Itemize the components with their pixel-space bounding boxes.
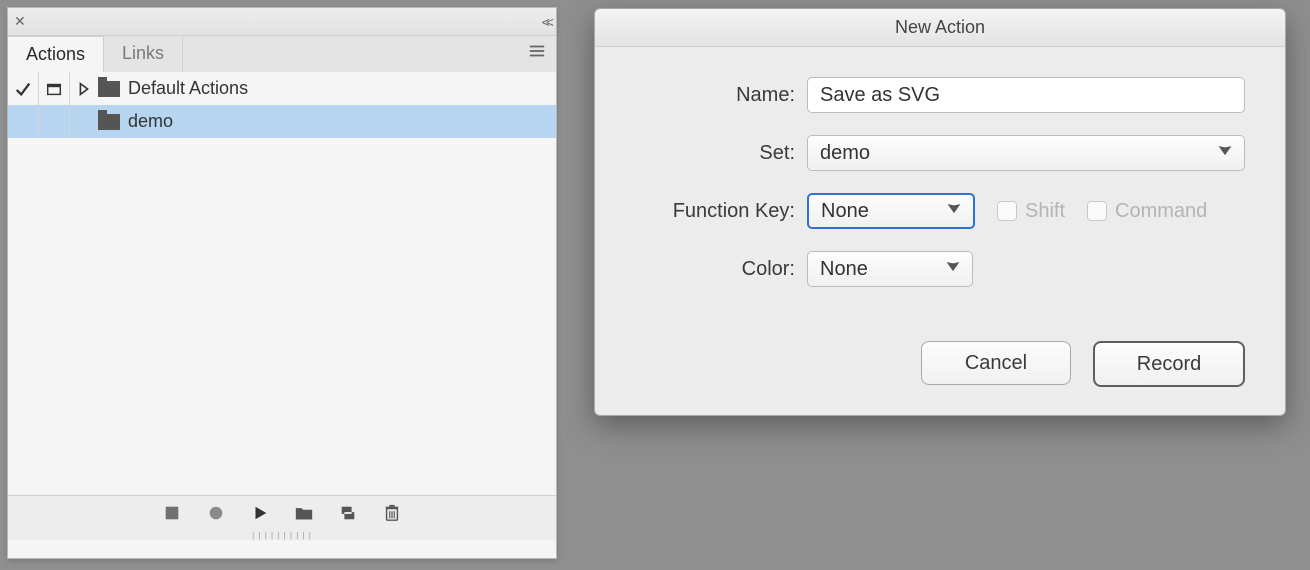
panel-header: ✕ << <box>8 8 556 36</box>
row-name: Name: Save as SVG <box>595 77 1245 113</box>
function-key-select[interactable]: None <box>807 193 975 229</box>
row-function-key: Function Key: None Shift Command <box>595 193 1245 229</box>
label-color: Color: <box>595 258 807 281</box>
label-name: Name: <box>595 84 807 107</box>
dialog-body: Name: Save as SVG Set: demo Function Key… <box>595 47 1285 329</box>
command-checkbox[interactable]: Command <box>1087 200 1207 223</box>
set-value: demo <box>820 142 870 165</box>
panel-resize-handle[interactable]: | | | | | | | | | | <box>8 530 556 540</box>
label-set: Set: <box>595 142 807 165</box>
color-value: None <box>820 258 868 281</box>
chevron-down-icon <box>944 257 962 281</box>
close-icon[interactable]: ✕ <box>14 13 26 30</box>
folder-icon <box>98 81 120 97</box>
chevron-down-icon <box>1216 141 1234 165</box>
chevron-down-icon <box>945 199 963 223</box>
shift-label: Shift <box>1025 200 1065 223</box>
record-button[interactable]: Record <box>1093 341 1245 387</box>
actions-tree: Default Actions demo <box>8 72 556 495</box>
label-function-key: Function Key: <box>595 200 807 223</box>
stop-icon[interactable] <box>162 503 182 523</box>
tab-actions[interactable]: Actions <box>8 36 104 72</box>
name-input[interactable]: Save as SVG <box>807 77 1245 113</box>
row-color: Color: None <box>595 251 1245 287</box>
tree-row-demo[interactable]: demo <box>8 105 556 138</box>
panel-footer <box>8 495 556 530</box>
row-set: Set: demo <box>595 135 1245 171</box>
panel-tabs: Actions Links <box>8 36 556 72</box>
checkbox-box <box>1087 201 1107 221</box>
panel-menu-icon[interactable] <box>528 36 556 72</box>
actions-panel: ✕ << Actions Links Default Actions <box>8 8 556 558</box>
tree-row-label: Default Actions <box>128 78 248 99</box>
cancel-button[interactable]: Cancel <box>921 341 1071 385</box>
tree-row-default-actions[interactable]: Default Actions <box>8 72 556 105</box>
new-item-icon[interactable] <box>338 503 358 523</box>
play-icon[interactable] <box>250 503 270 523</box>
record-icon[interactable] <box>206 503 226 523</box>
new-folder-icon[interactable] <box>294 503 314 523</box>
row-check-toggle[interactable] <box>8 105 39 138</box>
tree-row-label: demo <box>128 111 173 132</box>
trash-icon[interactable] <box>382 503 402 523</box>
expand-toggle[interactable] <box>70 80 98 98</box>
color-select[interactable]: None <box>807 251 973 287</box>
collapse-icon[interactable]: << <box>542 14 550 30</box>
command-label: Command <box>1115 200 1207 223</box>
row-check-toggle[interactable] <box>8 72 39 105</box>
dialog-buttons: Cancel Record <box>595 329 1285 415</box>
function-key-value: None <box>821 200 869 223</box>
checkbox-box <box>997 201 1017 221</box>
new-action-dialog: New Action Name: Save as SVG Set: demo F… <box>594 8 1286 416</box>
dialog-title: New Action <box>595 9 1285 47</box>
row-dialog-toggle[interactable] <box>39 105 70 138</box>
folder-icon <box>98 114 120 130</box>
row-dialog-toggle[interactable] <box>39 72 70 105</box>
tab-links[interactable]: Links <box>104 36 183 72</box>
set-select[interactable]: demo <box>807 135 1245 171</box>
shift-checkbox[interactable]: Shift <box>997 200 1065 223</box>
